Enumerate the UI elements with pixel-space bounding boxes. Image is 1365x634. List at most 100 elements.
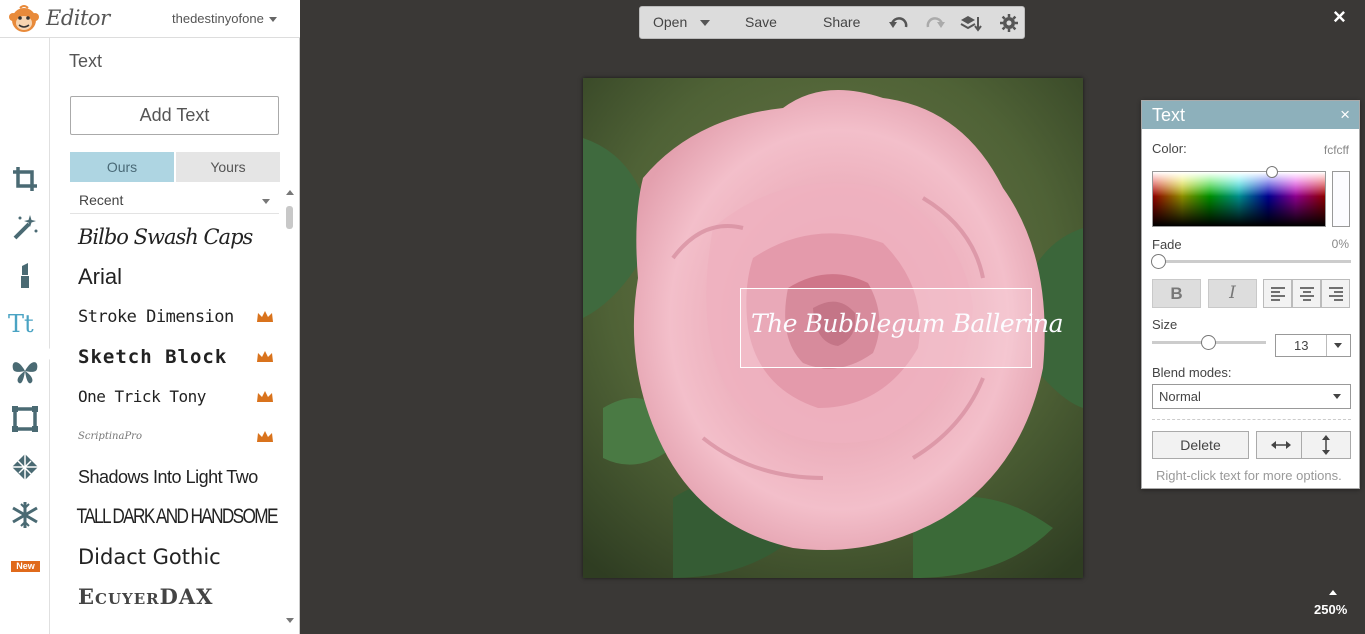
active-tool-indicator — [44, 342, 54, 366]
italic-button[interactable]: I — [1208, 279, 1257, 308]
undo-icon[interactable] — [888, 13, 910, 33]
size-slider-knob[interactable] — [1201, 335, 1216, 350]
open-label: Open — [653, 14, 688, 30]
scroll-up-icon[interactable] — [286, 190, 294, 195]
font-item-arial[interactable]: Arial — [70, 257, 282, 297]
font-name: Stroke Dimension — [78, 307, 234, 327]
font-list-scrollbar[interactable] — [285, 190, 295, 626]
font-name: ScriptinaPro — [78, 431, 142, 442]
user-menu[interactable]: thedestinyofone — [172, 11, 277, 26]
font-item-stroke-dimension[interactable]: Stroke Dimension — [70, 297, 282, 337]
align-left-icon — [1270, 286, 1285, 301]
fade-value: 0% — [1331, 237, 1349, 251]
app-title: Editor — [46, 6, 110, 30]
save-button[interactable]: Save — [745, 7, 777, 38]
color-picker-spectrum[interactable] — [1152, 171, 1326, 227]
align-left-button[interactable] — [1263, 279, 1292, 308]
crown-icon — [257, 431, 273, 442]
font-item-sketch-block[interactable]: Sketch Block — [70, 337, 282, 377]
tab-ours[interactable]: Ours — [70, 152, 174, 182]
chevron-down-icon — [268, 17, 277, 23]
touch-up-tool-button[interactable] — [6, 258, 44, 292]
frame-icon — [12, 406, 38, 432]
flip-vertical-button[interactable] — [1301, 431, 1351, 459]
app-header: Editor thedestinyofone — [0, 0, 300, 38]
texture-icon — [12, 454, 38, 480]
new-badge: New — [11, 561, 40, 572]
seasonal-tool-button[interactable] — [6, 498, 44, 532]
blend-mode-value: Normal — [1159, 389, 1201, 404]
crop-tool-button[interactable] — [6, 162, 44, 196]
font-item-one-trick-tony[interactable]: One Trick Tony — [70, 377, 282, 417]
flip-horizontal-icon — [1271, 441, 1291, 449]
font-item-tall-dark-and-handsome[interactable]: TALL DARK AND HANDSOME — [70, 497, 279, 537]
font-filter-dropdown[interactable]: Recent — [70, 188, 279, 214]
panel-title: Text — [1152, 105, 1186, 125]
tool-rail: Tt New — [0, 38, 54, 634]
font-item-shadows-into-light-two[interactable]: Shadows Into Light Two — [70, 457, 282, 497]
size-dropdown-divider — [1326, 335, 1327, 356]
panel-close-button[interactable]: × — [1340, 105, 1350, 125]
open-button[interactable]: Open — [653, 7, 687, 38]
scroll-down-icon[interactable] — [286, 618, 294, 623]
zoom-up-icon[interactable] — [1329, 590, 1337, 595]
fade-slider-track[interactable] — [1152, 260, 1351, 263]
add-text-button[interactable]: Add Text — [70, 96, 279, 135]
bold-button[interactable]: B — [1152, 279, 1201, 308]
align-center-button[interactable] — [1292, 279, 1321, 308]
settings-gear-icon[interactable] — [998, 13, 1020, 33]
color-picker-handle[interactable] — [1266, 166, 1278, 178]
text-overlay-box[interactable]: The Bubblegum Ballerina — [740, 288, 1064, 368]
snowflake-icon — [12, 502, 38, 528]
frames-tool-button[interactable] — [6, 402, 44, 436]
effects-tool-button[interactable] — [6, 210, 44, 244]
font-item-scriptina-pro[interactable]: ScriptinaPro — [70, 417, 282, 457]
font-name: One Trick Tony — [78, 387, 206, 406]
font-item-didact-gothic[interactable]: Didact Gothic — [70, 537, 282, 577]
monkey-logo-icon — [9, 5, 39, 32]
sidebar: Editor thedestinyofone Tt New Text Add T… — [0, 0, 300, 634]
close-editor-button[interactable]: × — [1333, 6, 1353, 28]
font-item-bilbo-swash-caps[interactable]: Bilbo Swash Caps — [70, 217, 282, 257]
tab-yours[interactable]: Yours — [176, 152, 280, 182]
text-tool-button[interactable]: Tt — [6, 306, 44, 340]
chevron-down-icon — [1333, 394, 1341, 399]
blend-mode-dropdown[interactable]: Normal — [1152, 384, 1351, 409]
delete-text-button[interactable]: Delete — [1152, 431, 1249, 459]
redo-icon[interactable] — [924, 13, 946, 33]
font-name: Shadows Into Light Two — [78, 467, 258, 487]
align-center-icon — [1299, 286, 1314, 301]
chevron-down-icon — [262, 199, 270, 204]
color-swatch — [1332, 171, 1350, 227]
open-dropdown-icon[interactable] — [700, 19, 710, 27]
text-tt-icon: Tt — [8, 310, 34, 338]
crop-icon — [13, 167, 37, 191]
username: thedestinyofone — [172, 11, 264, 26]
font-name: Arial — [78, 264, 123, 289]
align-right-button[interactable] — [1321, 279, 1350, 308]
lipstick-icon — [21, 263, 29, 288]
magic-wand-icon — [13, 215, 38, 240]
butterfly-icon — [12, 362, 38, 384]
layers-icon[interactable] — [960, 13, 982, 33]
crown-icon — [257, 351, 273, 362]
flip-horizontal-button[interactable] — [1256, 431, 1306, 459]
blend-modes-label: Blend modes: — [1152, 365, 1232, 380]
overlays-tool-button[interactable] — [6, 354, 44, 388]
overlay-text[interactable]: The Bubblegum Ballerina — [751, 309, 1064, 338]
share-button[interactable]: Share — [823, 7, 860, 38]
fade-slider-knob[interactable] — [1151, 254, 1166, 269]
crown-icon — [257, 311, 273, 322]
zoom-level[interactable]: 250% — [1314, 602, 1347, 617]
font-name: Sketch Block — [78, 346, 228, 368]
font-item-ecuyerdax[interactable]: EcuyerDAX — [70, 577, 282, 617]
textures-tool-button[interactable] — [6, 450, 44, 484]
align-right-icon — [1328, 286, 1343, 301]
font-filter-value: Recent — [79, 192, 124, 208]
scroll-thumb[interactable] — [286, 206, 293, 229]
fade-label: Fade — [1152, 237, 1182, 252]
panel-header[interactable]: Text × — [1142, 101, 1359, 129]
size-dropdown[interactable]: 13 — [1275, 334, 1351, 357]
chevron-down-icon — [1334, 343, 1342, 348]
color-spectrum-overlay — [1153, 172, 1325, 226]
